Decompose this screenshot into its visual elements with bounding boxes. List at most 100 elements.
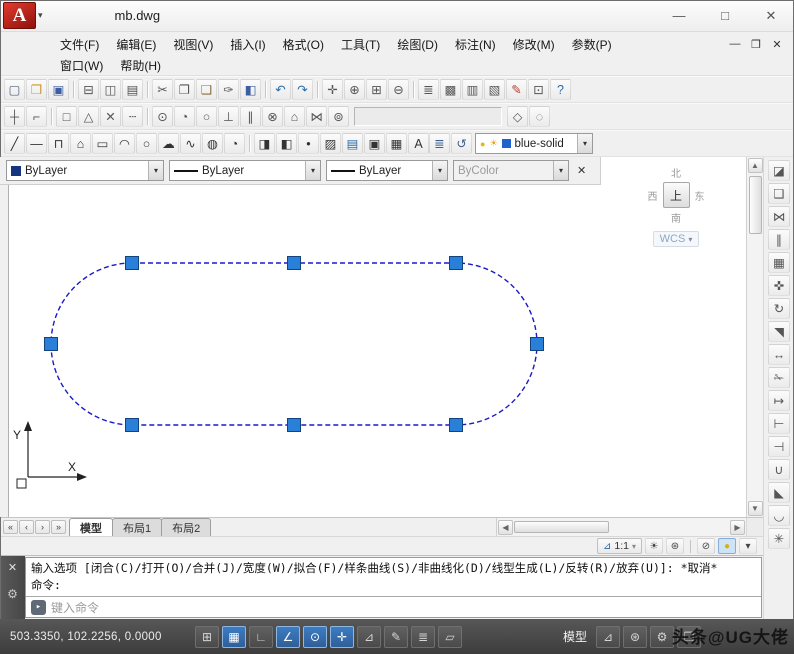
paste-icon[interactable]: ❑ <box>196 79 217 100</box>
tab-layout2[interactable]: 布局2 <box>161 518 212 536</box>
named-views-icon[interactable]: ◇ <box>507 106 528 127</box>
hatch-icon[interactable]: ▨ <box>320 133 341 154</box>
scroll-up-icon[interactable]: ▲ <box>747 158 763 173</box>
pan-icon[interactable]: ✛ <box>322 79 343 100</box>
snap-extension-icon[interactable]: ┄ <box>122 106 143 127</box>
menu-file[interactable]: 文件(F) <box>52 34 107 55</box>
spline-icon[interactable]: ∿ <box>180 133 201 154</box>
break-at-point-icon[interactable]: ⊢ <box>768 413 790 434</box>
layer-properties-manager-icon[interactable]: ≣ <box>429 133 450 154</box>
zoom-window-icon[interactable]: ⊞ <box>366 79 387 100</box>
rotate-icon[interactable]: ↻ <box>768 298 790 319</box>
ellipse-icon[interactable]: ◍ <box>202 133 223 154</box>
zoom-realtime-icon[interactable]: ⊕ <box>344 79 365 100</box>
polyline-grip[interactable] <box>44 337 58 351</box>
osnap-toggle[interactable]: ⊙ <box>303 625 327 648</box>
markup-set-manager-icon[interactable]: ✎ <box>506 79 527 100</box>
close-icon[interactable]: ✕ <box>577 164 586 177</box>
tab-last-button[interactable]: » <box>51 520 66 534</box>
help-icon[interactable]: ? <box>550 79 571 100</box>
trim-icon[interactable]: ✁ <box>768 367 790 388</box>
tray-lightbulb-icon[interactable]: ● <box>718 538 736 554</box>
compass-east[interactable]: 东 <box>695 188 705 203</box>
revcloud-icon[interactable]: ☁ <box>158 133 179 154</box>
tab-layout1[interactable]: 布局1 <box>112 518 163 536</box>
plot-preview-icon[interactable]: ◫ <box>100 79 121 100</box>
tab-next-button[interactable]: › <box>35 520 50 534</box>
menu-window[interactable]: 窗口(W) <box>52 55 111 76</box>
table-icon[interactable]: ▦ <box>386 133 407 154</box>
maximize-button[interactable]: □ <box>702 8 748 24</box>
cut-icon[interactable]: ✂ <box>152 79 173 100</box>
doc-restore-button[interactable]: ❐ <box>749 38 763 51</box>
close-icon[interactable]: ✕ <box>8 561 17 574</box>
copy-icon[interactable]: ❏ <box>768 183 790 204</box>
chevron-down-icon[interactable]: ▾ <box>577 134 592 153</box>
snap-endpoint-icon[interactable]: □ <box>56 106 77 127</box>
osnap-settings-icon[interactable]: ⊚ <box>328 106 349 127</box>
polyline-icon[interactable]: ⊓ <box>48 133 69 154</box>
polar-toggle[interactable]: ∠ <box>276 625 300 648</box>
designcenter-icon[interactable]: ▩ <box>440 79 461 100</box>
close-button[interactable]: ✕ <box>748 8 794 24</box>
scroll-left-icon[interactable]: ◀ <box>498 519 513 535</box>
insert-block-icon[interactable]: ◨ <box>254 133 275 154</box>
save-icon[interactable]: ▣ <box>48 79 69 100</box>
scroll-right-icon[interactable]: ▶ <box>730 519 745 535</box>
polyline-grip[interactable] <box>449 256 463 270</box>
minimize-button[interactable]: — <box>656 8 702 24</box>
plot-icon[interactable]: ⊟ <box>78 79 99 100</box>
layer-control[interactable]: ● ☀ blue-solid ▾ <box>475 133 593 154</box>
snap-from-icon[interactable]: ⌐ <box>26 106 47 127</box>
annotation-visibility-icon[interactable]: ⊿ <box>596 625 621 648</box>
otrack-toggle[interactable]: ✛ <box>330 625 354 648</box>
ducs-toggle[interactable]: ⊿ <box>357 625 381 648</box>
menu-draw[interactable]: 绘图(D) <box>389 34 446 55</box>
doc-minimize-button[interactable]: — <box>728 38 742 51</box>
ellipse-arc-icon[interactable]: ◔ <box>224 133 245 154</box>
vertical-scroll-thumb[interactable] <box>748 176 762 234</box>
horizontal-scrollbar[interactable]: ◀ ▶ <box>496 518 746 536</box>
chevron-down-icon[interactable]: ▾ <box>432 161 447 180</box>
scroll-down-icon[interactable]: ▼ <box>747 501 763 516</box>
polygon-icon[interactable]: ⌂ <box>70 133 91 154</box>
polyline-grip[interactable] <box>449 418 463 432</box>
block-editor-icon[interactable]: ◧ <box>240 79 261 100</box>
snap-nearest-icon[interactable]: ⋈ <box>306 106 327 127</box>
snap-quadrant-icon[interactable]: ◔ <box>174 106 195 127</box>
offset-icon[interactable]: ∥ <box>768 229 790 250</box>
model-paper-toggle[interactable]: 模型 <box>557 626 593 647</box>
lineweight-control[interactable]: ByLayer ▾ <box>326 160 448 181</box>
move-icon[interactable]: ✜ <box>768 275 790 296</box>
menu-dimension[interactable]: 标注(N) <box>447 34 504 55</box>
menu-edit[interactable]: 编辑(E) <box>108 34 164 55</box>
customize-icon[interactable]: ⚙ <box>7 587 18 601</box>
snap-node-icon[interactable]: ⊗ <box>262 106 283 127</box>
polyline-grip[interactable] <box>125 418 139 432</box>
compass-top-button[interactable]: 上 <box>662 182 690 208</box>
break-icon[interactable]: ⊣ <box>768 436 790 457</box>
qnew-icon[interactable]: ▢ <box>4 79 25 100</box>
properties-icon[interactable]: ≣ <box>418 79 439 100</box>
menu-tools[interactable]: 工具(T) <box>333 34 388 55</box>
extend-icon[interactable]: ↦ <box>768 390 790 411</box>
orbit-icon[interactable]: ◌ <box>529 106 550 127</box>
command-options-icon[interactable]: ▸ <box>31 599 46 615</box>
toolbar-lock-icon[interactable]: ⊘ <box>697 538 715 554</box>
menu-view[interactable]: 视图(V) <box>165 34 221 55</box>
doc-close-button[interactable]: ✕ <box>770 38 784 51</box>
chevron-down-icon[interactable]: ▾ <box>305 161 320 180</box>
dyn-toggle[interactable]: ✎ <box>384 625 408 648</box>
mirror-icon[interactable]: ⋈ <box>768 206 790 227</box>
quickcalc-icon[interactable]: ⊡ <box>528 79 549 100</box>
join-icon[interactable]: ∪ <box>768 459 790 480</box>
fillet-icon[interactable]: ◡ <box>768 505 790 526</box>
scale-icon[interactable]: ◥ <box>768 321 790 342</box>
color-control[interactable]: ByLayer ▾ <box>6 160 164 181</box>
snap-parallel-icon[interactable]: ∥ <box>240 106 261 127</box>
workspace-switch-icon[interactable]: ⚙ <box>650 625 675 648</box>
snap-intersection-icon[interactable]: ✕ <box>100 106 121 127</box>
vertical-scrollbar[interactable]: ▲ ▼ <box>746 157 763 517</box>
snap-perpendicular-icon[interactable]: ⊥ <box>218 106 239 127</box>
tool-palettes-icon[interactable]: ▥ <box>462 79 483 100</box>
